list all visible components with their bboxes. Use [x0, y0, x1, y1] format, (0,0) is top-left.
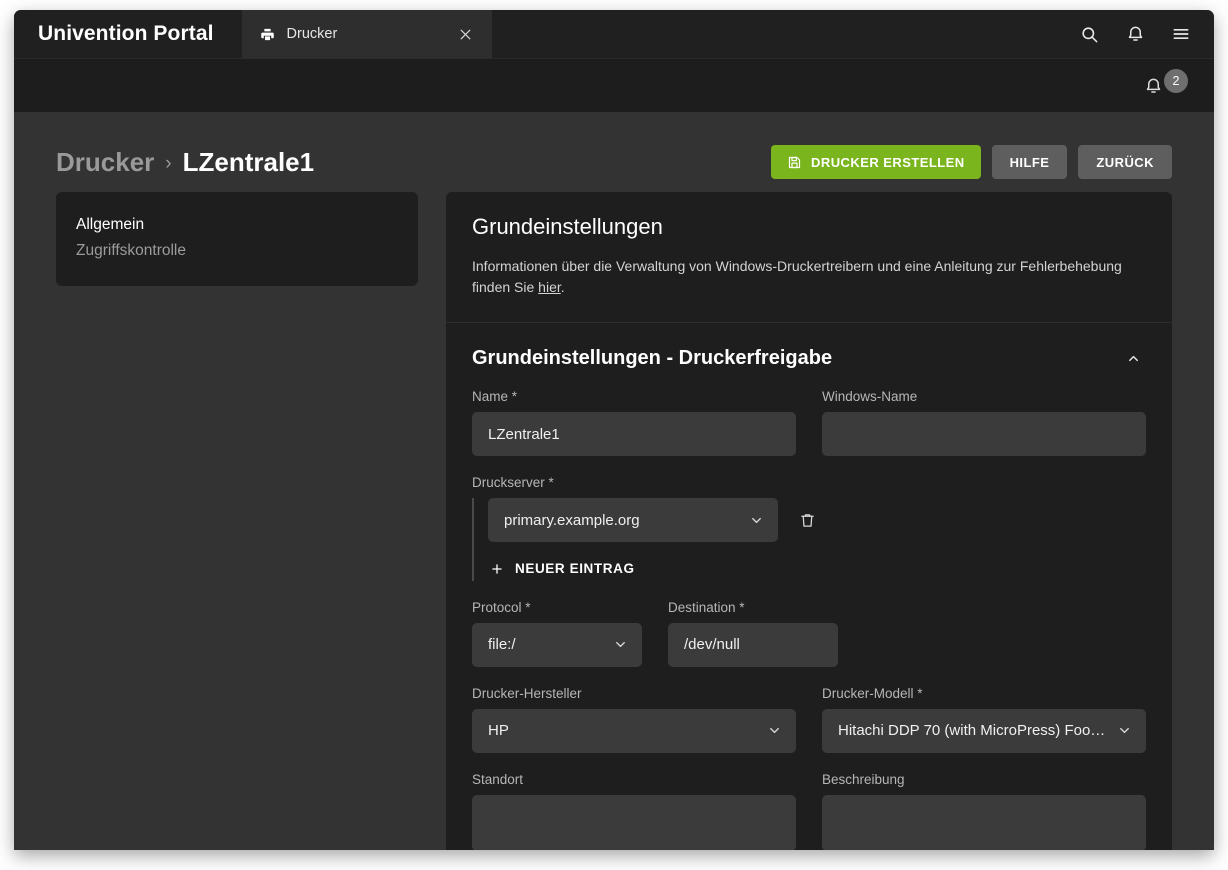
field-protocol: Protocol * file:/ [472, 600, 642, 667]
page-body: Drucker › LZentrale1 DRUCKER ERSTELLEN H… [14, 112, 1214, 850]
destination-input[interactable] [668, 622, 838, 667]
windows-name-input[interactable] [822, 412, 1146, 456]
browser-tab-bar: Univention Portal Drucker [14, 10, 1214, 58]
chevron-down-icon [1117, 723, 1132, 738]
form-row-location: Standort Beschreibung [472, 771, 1146, 850]
browser-tab-label: Drucker [286, 26, 338, 42]
sidebar-item-zugriffskontrolle[interactable]: Zugriffskontrolle [76, 238, 398, 264]
chevron-right-icon: › [165, 152, 172, 174]
field-label-standort: Standort [472, 771, 524, 787]
plus-icon [490, 562, 504, 576]
field-label-windows-name: Windows-Name [822, 389, 918, 404]
chevron-down-icon [767, 723, 782, 738]
panel-description-suffix: . [560, 279, 565, 295]
field-windows-name: Windows-Name [822, 389, 1146, 456]
printer-form: Name * Windows-Name Druckserver * [446, 389, 1172, 850]
browser-actions [1076, 10, 1214, 58]
printer-icon [260, 27, 275, 42]
panel-header: Grundeinstellungen Informationen über di… [446, 192, 1172, 323]
bell-icon[interactable] [1144, 77, 1163, 101]
app-subheader: 2 [14, 58, 1214, 112]
field-label-name: Name * [472, 389, 518, 404]
druckserver-select[interactable]: primary.example.org [488, 498, 778, 542]
modell-select-value: Hitachi DDP 70 (with MicroPress) Foo… [838, 722, 1106, 739]
field-label-beschreibung: Beschreibung [822, 771, 905, 787]
create-printer-label: DRUCKER ERSTELLEN [811, 154, 965, 170]
field-standort: Standort [472, 771, 796, 850]
settings-nav-card: Allgemein Zugriffskontrolle [56, 192, 418, 286]
druckserver-entry-row: primary.example.org [488, 498, 1146, 542]
field-modell: Drucker-Modell * Hitachi DDP 70 (with Mi… [822, 686, 1146, 753]
back-button[interactable]: ZURÜCK [1078, 145, 1172, 179]
notification-badge[interactable]: 2 [1164, 68, 1188, 93]
druckserver-entry-group: primary.example.org NEUER EINTRAG [472, 498, 1146, 581]
add-druckserver-entry-label: NEUER EINTRAG [515, 561, 635, 576]
field-hersteller: Drucker-Hersteller HP [472, 686, 796, 753]
help-link[interactable]: hier [538, 279, 561, 295]
trash-icon[interactable] [792, 505, 822, 535]
form-row-model: Drucker-Hersteller HP Drucker-Modell * H… [472, 686, 1146, 772]
create-printer-button[interactable]: DRUCKER ERSTELLEN [771, 145, 981, 179]
field-beschreibung: Beschreibung [822, 771, 1146, 850]
settings-panel: Grundeinstellungen Informationen über di… [446, 192, 1172, 850]
panel-description-text: Informationen über die Verwaltung von Wi… [472, 258, 1122, 295]
sidebar-item-allgemein[interactable]: Allgemein [76, 212, 398, 238]
add-druckserver-entry-button[interactable]: NEUER EINTRAG [488, 557, 637, 580]
notification-center[interactable]: 2 [1144, 68, 1188, 103]
chevron-down-icon [613, 637, 628, 652]
panel-description: Informationen über die Verwaltung von Wi… [472, 256, 1146, 298]
breadcrumb-parent[interactable]: Drucker [56, 147, 154, 178]
hersteller-select[interactable]: HP [472, 708, 796, 753]
section-header-druckerfreigabe[interactable]: Grundeinstellungen - Druckerfreigabe [446, 323, 1172, 389]
search-icon[interactable] [1076, 21, 1102, 47]
browser-window: Univention Portal Drucker 2 Drucker › LZ… [14, 10, 1214, 850]
hersteller-select-value: HP [488, 722, 509, 739]
name-input[interactable] [472, 412, 796, 456]
save-icon [787, 155, 802, 170]
form-row-protocol: Protocol * file:/ Destination * /dev/nul… [472, 600, 1146, 686]
field-label-destination: Destination * [668, 599, 745, 615]
page-actions: DRUCKER ERSTELLEN HILFE ZURÜCK [771, 145, 1172, 179]
field-label-modell: Drucker-Modell * [822, 685, 923, 701]
page-title-row: Drucker › LZentrale1 DRUCKER ERSTELLEN H… [38, 132, 1190, 192]
browser-tab-drucker[interactable]: Drucker [241, 10, 492, 58]
field-name: Name * [472, 389, 796, 456]
protocol-select-value: file:/ [488, 636, 516, 653]
menu-icon[interactable] [1168, 21, 1194, 47]
panel-title: Grundeinstellungen [472, 214, 663, 239]
breadcrumb: Drucker › LZentrale1 [56, 147, 314, 178]
field-destination: Destination * [668, 600, 838, 667]
standort-input[interactable] [472, 794, 796, 850]
druckserver-select-value: primary.example.org [504, 511, 640, 529]
field-label-hersteller: Drucker-Hersteller [472, 685, 582, 701]
field-label-protocol: Protocol * [472, 599, 531, 615]
page-title: LZentrale1 [182, 146, 315, 177]
portal-brand: Univention Portal [38, 22, 214, 45]
field-druckserver: Druckserver * primary.example.org NEUER … [472, 475, 1146, 581]
chevron-up-icon[interactable] [1120, 345, 1146, 371]
form-row-protocol-spacer [864, 600, 1146, 686]
help-button[interactable]: HILFE [991, 145, 1068, 179]
beschreibung-input[interactable] [822, 794, 1146, 850]
section-title: Grundeinstellungen - Druckerfreigabe [472, 346, 833, 369]
form-row-names: Name * Windows-Name [472, 389, 1146, 475]
page-content: Allgemein Zugriffskontrolle Grundeinstel… [38, 192, 1190, 850]
protocol-select[interactable]: file:/ [472, 622, 642, 667]
close-icon[interactable] [456, 24, 476, 44]
modell-select[interactable]: Hitachi DDP 70 (with MicroPress) Foo… [822, 708, 1146, 753]
chevron-down-icon [749, 513, 764, 528]
bell-icon[interactable] [1122, 21, 1148, 47]
field-label-druckserver: Druckserver * [472, 475, 554, 490]
